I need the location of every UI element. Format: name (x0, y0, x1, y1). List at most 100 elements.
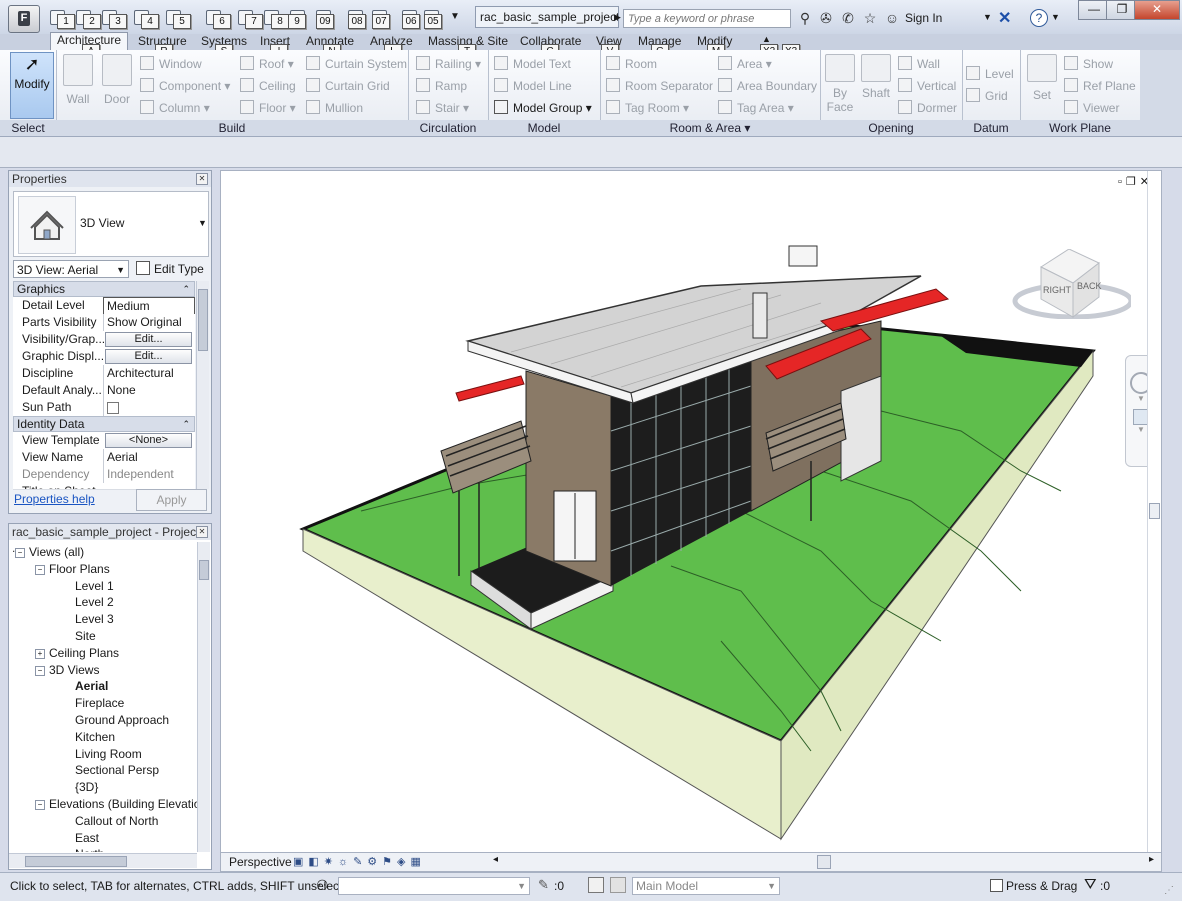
sign-in-dropdown-icon[interactable]: ▼ (983, 12, 992, 22)
help-dropdown-icon[interactable]: ▼ (1051, 12, 1060, 22)
view-template-button[interactable]: <None> (105, 433, 192, 448)
sign-in-link[interactable]: Sign In (905, 11, 942, 25)
favorites-star-icon[interactable]: ☆ (862, 10, 878, 26)
qat-measure-icon[interactable]: 6 (204, 8, 231, 29)
browser-close-icon[interactable]: ✕ (196, 526, 208, 538)
browser-item[interactable]: North (75, 846, 104, 852)
qat-sync-icon[interactable]: 3 (100, 8, 127, 29)
grid-button[interactable]: Grid (966, 88, 1008, 103)
railing-button[interactable]: Railing ▾ (416, 56, 481, 71)
qat-undo-icon[interactable]: 4 (132, 8, 159, 29)
qat-switch-windows-icon[interactable]: 05 (422, 8, 444, 29)
properties-close-icon[interactable]: ✕ (196, 173, 208, 185)
curtain-grid-button[interactable]: Curtain Grid (306, 78, 390, 93)
scroll-thumb[interactable] (199, 560, 209, 580)
close-window-button[interactable]: ✕ (1134, 0, 1180, 20)
browser-item[interactable]: Living Room (75, 746, 142, 762)
tag-area-button[interactable]: Tag Area ▾ (718, 100, 794, 115)
help-icon[interactable]: ? (1030, 9, 1048, 27)
search-binoculars-icon[interactable]: ⚲ (797, 10, 813, 26)
qat-dimension-icon[interactable]: 7 (236, 8, 263, 29)
browser-hscrollbar[interactable] (9, 853, 197, 868)
search-input[interactable]: Type a keyword or phrase (623, 9, 791, 28)
window-button[interactable]: Window (140, 56, 202, 71)
exchange-apps-icon[interactable]: ✕ (998, 8, 1011, 28)
tree-expander-icon[interactable]: − (35, 800, 45, 810)
hscroll-left-icon[interactable]: ◂ (493, 854, 498, 865)
graphic-display-edit-button[interactable]: Edit... (105, 349, 192, 364)
browser-item[interactable]: Fireplace (75, 695, 124, 711)
canvas-hscroll-thumb[interactable] (817, 855, 831, 869)
ribbon-minimize-icon[interactable]: ▲ (762, 34, 771, 44)
ceiling-button[interactable]: Ceiling (240, 78, 296, 93)
viewcube-right-face[interactable]: RIGHT (1043, 285, 1071, 295)
viewcube[interactable]: RIGHT BACK (1011, 248, 1134, 320)
communication-center-icon[interactable]: ✆ (840, 10, 856, 26)
properties-help-link[interactable]: Properties help (14, 492, 95, 506)
dormer-button[interactable]: Dormer (898, 100, 957, 115)
qat-thin-lines-icon[interactable]: 07 (370, 8, 392, 29)
filter-icon[interactable]: ⛛ (1084, 876, 1097, 893)
qat-dropdown-icon[interactable]: ▼ (450, 8, 472, 26)
browser-item[interactable]: Elevations (Building Elevation) (49, 796, 197, 812)
browser-item[interactable]: {3D} (75, 779, 98, 795)
browser-item[interactable]: East (75, 830, 99, 846)
qat-3d-view-icon[interactable]: 09 (314, 8, 336, 29)
sun-path-checkbox[interactable] (107, 402, 119, 414)
floor-button[interactable]: Floor ▾ (240, 100, 296, 115)
worksets-icon[interactable]: ⚇ (316, 877, 329, 894)
discipline-field[interactable]: Architectural (103, 365, 195, 382)
tree-expander-icon[interactable]: + (35, 648, 45, 659)
set-work-plane-button[interactable]: Set (1026, 54, 1058, 102)
section-identity-data[interactable]: Identity Data ⌃ (13, 416, 195, 432)
press-drag-checkbox[interactable] (990, 879, 1003, 892)
level-button[interactable]: Level (966, 66, 1014, 81)
view-control-icons[interactable]: ▣◧✷☼✎⚙⚑◈▦ (293, 855, 426, 868)
tree-expander-icon[interactable]: − (35, 564, 45, 575)
browser-item[interactable]: Sectional Persp (75, 762, 159, 778)
show-work-plane-button[interactable]: Show (1064, 56, 1113, 71)
ramp-button[interactable]: Ramp (416, 78, 467, 93)
canvas-vscrollbar[interactable] (1147, 171, 1160, 853)
qat-open-icon[interactable]: 1 (48, 8, 75, 29)
model-group-button[interactable]: Model Group ▾ (494, 100, 592, 115)
drawing-area[interactable]: ▫❐✕ RIGHT BACK ▼ ▼ (220, 170, 1162, 854)
qat-redo-icon[interactable]: 5 (164, 8, 191, 29)
tag-room-button[interactable]: Tag Room ▾ (606, 100, 689, 115)
workset-dropdown[interactable]: Main Model ▼ (632, 877, 780, 895)
browser-item[interactable]: Level 2 (75, 594, 114, 610)
area-button[interactable]: Area ▾ (718, 56, 772, 71)
qat-close-windows-icon[interactable]: 06 (400, 8, 422, 29)
tree-expander-icon[interactable]: − (35, 665, 45, 676)
browser-item[interactable]: Ground Approach (75, 712, 169, 728)
by-face-button[interactable]: By Face (824, 54, 856, 114)
modify-button[interactable]: ➚ Modify (10, 52, 54, 119)
browser-item[interactable]: Level 1 (75, 578, 114, 594)
browser-item[interactable]: Ceiling Plans (49, 645, 119, 661)
scroll-thumb[interactable] (198, 289, 208, 351)
qat-save-icon[interactable]: 2 (74, 8, 101, 29)
roof-button[interactable]: Roof ▾ (240, 56, 294, 71)
edit-type-button[interactable]: Edit Type (136, 260, 206, 278)
browser-item[interactable]: Callout of North (75, 813, 158, 829)
model-line-button[interactable]: Model Line (494, 78, 572, 93)
viewcube-back-face[interactable]: BACK (1077, 281, 1102, 291)
door-button[interactable]: Door (100, 54, 134, 106)
editable-only-icon[interactable]: ✎ (538, 877, 549, 893)
vertical-opening-button[interactable]: Vertical (898, 78, 956, 93)
browser-item[interactable]: Site (75, 628, 96, 644)
browser-item[interactable]: Views (all) (29, 544, 84, 560)
visibility-graphics-edit-button[interactable]: Edit... (105, 332, 192, 347)
component-button[interactable]: Component ▾ (140, 78, 230, 93)
curtain-system-button[interactable]: Curtain System (306, 56, 407, 71)
mullion-button[interactable]: Mullion (306, 100, 363, 115)
apply-button[interactable]: Apply (136, 489, 207, 511)
room-separator-button[interactable]: Room Separator (606, 78, 713, 93)
shaft-button[interactable]: Shaft (860, 54, 892, 100)
resize-grip-icon[interactable]: ⋰ (1164, 885, 1174, 896)
hscroll-right-icon[interactable]: ▸ (1149, 854, 1154, 865)
browser-item[interactable]: Floor Plans (49, 561, 110, 577)
room-button[interactable]: Room (606, 56, 657, 71)
subscription-center-icon[interactable]: ✇ (818, 10, 834, 26)
application-menu-button[interactable]: F (8, 5, 40, 33)
